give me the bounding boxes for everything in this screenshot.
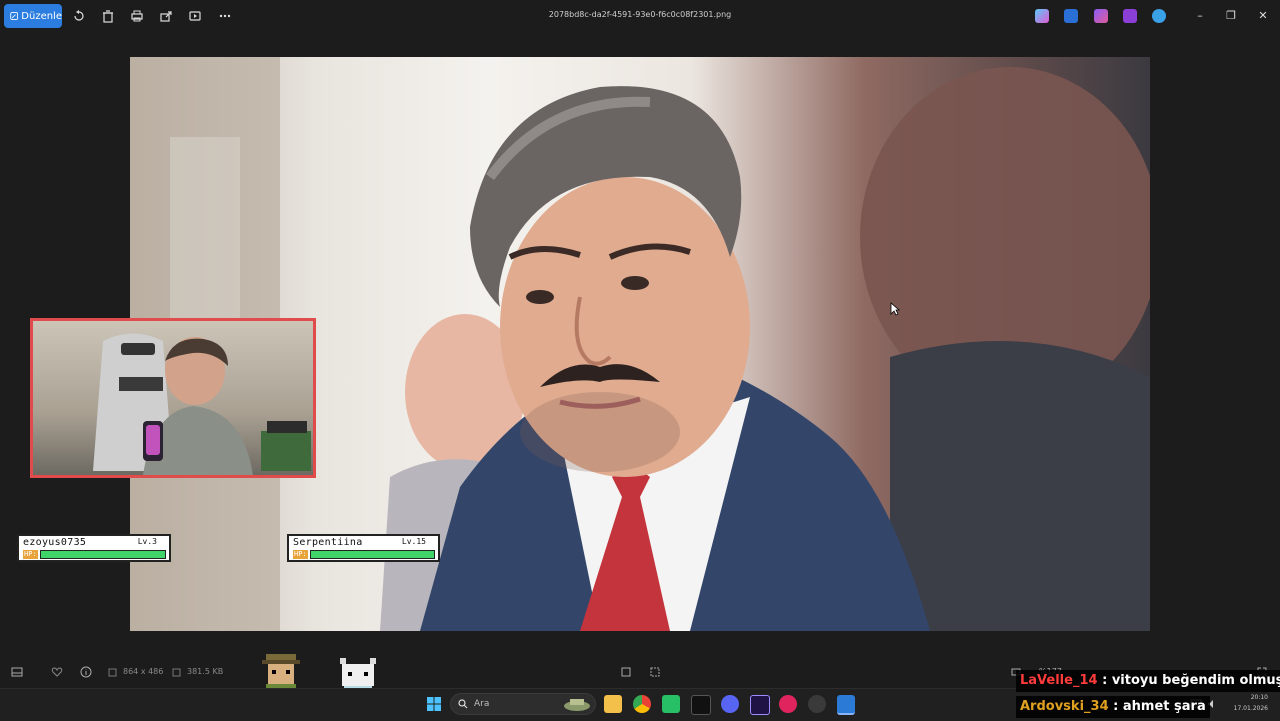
title-bar: Düzenle 2078bd8c-da2f-4591-93e0-f6c0c08f…	[0, 0, 1280, 32]
info-icon[interactable]	[80, 666, 92, 678]
media-player-icon[interactable]	[779, 695, 797, 713]
player-name: ezoyus0735	[23, 537, 87, 548]
chat-text: vitoyu beğendim olmuş	[1111, 673, 1280, 688]
copilot-icon[interactable]	[1035, 9, 1049, 23]
hp-bar	[40, 550, 166, 559]
chat-separator: :	[1108, 699, 1123, 714]
chrome-icon[interactable]	[633, 695, 651, 713]
webcam-feed	[93, 333, 311, 475]
mouse-cursor-icon	[890, 302, 900, 316]
chat-separator: :	[1097, 673, 1112, 688]
player-name: Serpentiina	[293, 537, 363, 548]
search-visual-icon[interactable]	[649, 666, 661, 678]
window-title: 2078bd8c-da2f-4591-93e0-f6c0c08f2301.png	[548, 10, 732, 19]
chat-username: LaVelle_14	[1020, 673, 1098, 688]
player-level: Lv.15	[401, 537, 426, 546]
crop-icon[interactable]	[620, 666, 632, 678]
favorite-icon[interactable]	[51, 666, 63, 678]
green-app-icon[interactable]	[662, 695, 680, 713]
hp-bar-fill	[311, 551, 434, 558]
chat-message-1: LaVelle_14 : vitoyu beğendim olmuş	[1016, 670, 1280, 692]
tiktok-icon[interactable]	[691, 695, 711, 715]
chat-username: Ardovski_34	[1020, 699, 1109, 714]
clock-date[interactable]: 17.01.2026	[1226, 705, 1268, 712]
premiere-icon[interactable]	[750, 695, 770, 715]
discord-icon[interactable]	[721, 695, 739, 713]
player-status-box-2: Serpentiina Lv.15 HP:	[287, 534, 440, 562]
chat-text: ahmet şara	[1122, 699, 1206, 714]
hp-label: HP:	[293, 550, 308, 559]
image-dimensions: 864 x 486	[123, 667, 164, 676]
clock-time[interactable]: 20:10	[1226, 694, 1268, 701]
close-button[interactable]: ✕	[1255, 8, 1271, 24]
chat-message-2: Ardovski_34 : ahmet şara	[1016, 696, 1210, 718]
obs-icon[interactable]	[808, 695, 826, 713]
dimensions-icon	[108, 668, 117, 677]
search-placeholder: Ara	[474, 699, 490, 709]
hp-bar-fill	[41, 551, 165, 558]
file-size: 381.5 KB	[187, 667, 224, 676]
onedrive-icon[interactable]	[1152, 9, 1166, 23]
filmstrip-icon[interactable]	[11, 666, 23, 678]
file-size-icon	[172, 668, 181, 677]
player-level: Lv.3	[137, 537, 157, 546]
photos-icon[interactable]	[837, 695, 855, 715]
hp-bar	[310, 550, 435, 559]
player-status-box-1: ezoyus0735 Lv.3 HP:	[17, 534, 171, 562]
webcam-overlay	[30, 318, 316, 478]
designer-icon[interactable]	[1064, 9, 1078, 23]
minimize-button[interactable]: –	[1192, 8, 1208, 24]
clipchamp-icon[interactable]	[1123, 9, 1137, 23]
search-icon	[458, 699, 468, 709]
file-explorer-icon[interactable]	[604, 695, 622, 713]
paint-icon[interactable]	[1094, 9, 1108, 23]
start-icon[interactable]	[426, 696, 442, 712]
restore-button[interactable]: ❐	[1223, 8, 1239, 24]
search-highlight-icon[interactable]	[562, 695, 592, 713]
hp-label: HP:	[23, 550, 38, 559]
